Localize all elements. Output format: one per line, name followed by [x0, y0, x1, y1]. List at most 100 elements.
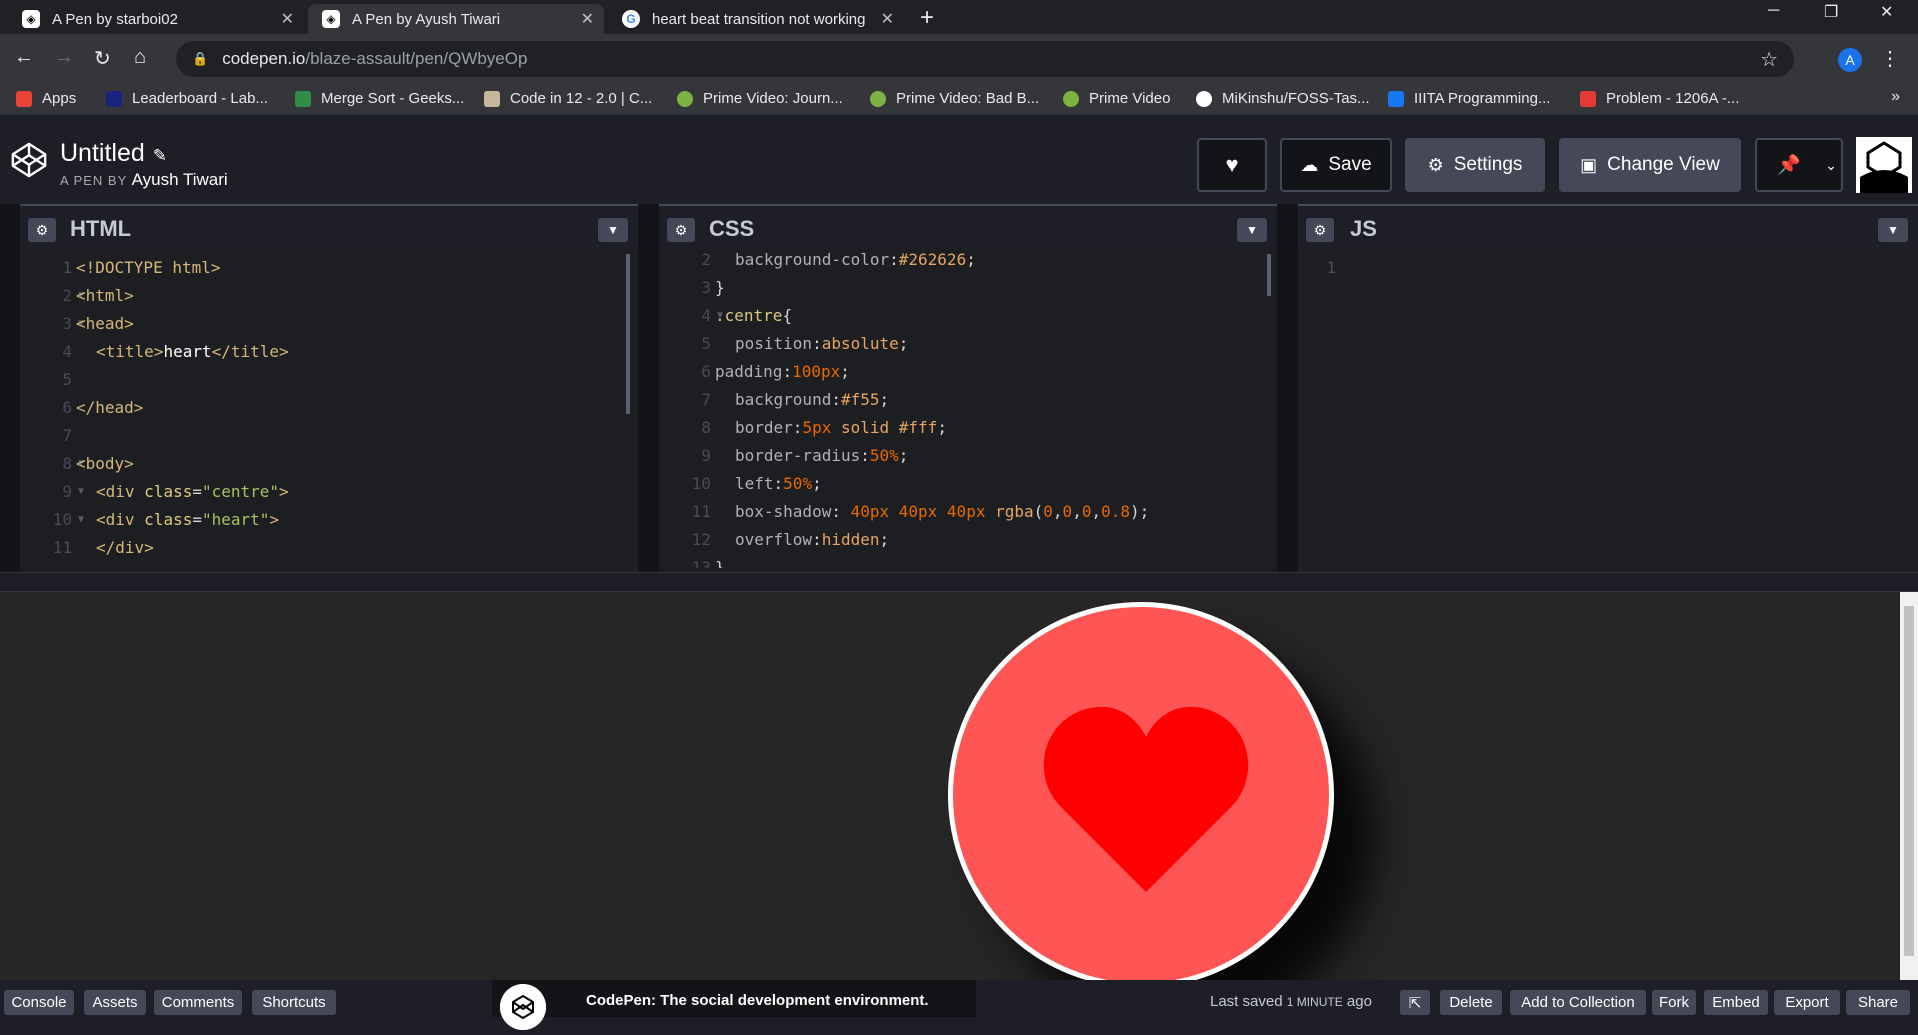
codepen-logo-icon[interactable] — [10, 141, 48, 179]
heart-icon: ♥ — [1225, 152, 1239, 177]
bookmark-item[interactable]: Leaderboard - Lab... — [106, 90, 268, 107]
promo-banner[interactable]: CodePen: The social development environm… — [492, 980, 976, 1030]
close-icon[interactable]: ✕ — [581, 9, 594, 29]
js-panel-header: ⚙ JS ▼ — [1298, 204, 1918, 248]
lock-icon: 🔒 — [192, 51, 209, 66]
browser-tab[interactable]: G heart beat transition not working ✕ — [608, 4, 904, 34]
bookmark-star-icon[interactable]: ☆ — [1760, 47, 1778, 72]
url-field[interactable]: 🔒 codepen.io/blaze-assault/pen/QWbyeOp ☆ — [176, 41, 1794, 77]
bookmark-item[interactable]: IIITA Programming... — [1388, 90, 1550, 107]
bookmark-label: Code in 12 - 2.0 | C... — [510, 90, 653, 107]
chevron-down-icon[interactable]: ▼ — [1237, 218, 1267, 242]
close-icon[interactable]: ✕ — [281, 9, 294, 29]
html-code-editor[interactable]: 1 <!DOCTYPE html> 2 ▼ <html> 3 ▼ <head> 4 <tit… — [20, 252, 638, 568]
bookmark-item[interactable]: Prime Video: Bad B... — [870, 90, 1039, 107]
bookmark-item[interactable]: Merge Sort - Geeks... — [295, 90, 464, 107]
panel-title: JS — [1350, 216, 1377, 241]
avatar-image — [1856, 137, 1912, 193]
bookmarks-bar: Apps Leaderboard - Lab... Merge Sort - G… — [0, 86, 1918, 114]
profile-avatar[interactable]: A — [1838, 48, 1862, 72]
cloud-icon: ☁ — [1300, 154, 1319, 175]
delete-button[interactable]: Delete — [1440, 990, 1502, 1015]
back-icon[interactable]: ← — [14, 46, 34, 69]
chevron-down-icon[interactable]: ⌄ — [1825, 157, 1837, 174]
bookmark-label: IIITA Programming... — [1414, 90, 1551, 107]
love-button[interactable]: ♥ — [1197, 138, 1267, 192]
gear-icon[interactable]: ⚙ — [1306, 218, 1334, 242]
panel-title: HTML — [70, 216, 132, 241]
bookmark-item[interactable]: Problem - 1206A -... — [1580, 90, 1739, 107]
close-icon[interactable]: ✕ — [881, 9, 894, 29]
pen-author-line: A PEN BY Ayush Tiwari — [60, 170, 228, 190]
saved-prefix: Last saved — [1210, 993, 1283, 1010]
change-view-label: Change View — [1607, 154, 1720, 175]
menu-icon[interactable]: ⋮ — [1880, 46, 1900, 71]
open-external-icon[interactable]: ⇱ — [1400, 990, 1430, 1015]
change-view-button[interactable]: ▣ Change View — [1559, 138, 1741, 192]
new-tab-icon[interactable]: + — [920, 4, 934, 32]
export-button[interactable]: Export — [1774, 990, 1840, 1015]
author-link[interactable]: Ayush Tiwari — [132, 170, 228, 189]
chevron-down-icon[interactable]: ▼ — [598, 218, 628, 242]
scrollbar-thumb[interactable] — [1904, 606, 1914, 956]
close-window-icon[interactable]: ✕ — [1880, 2, 1893, 22]
bookmark-label: Prime Video: Bad B... — [896, 90, 1040, 107]
facebook-icon — [1388, 90, 1404, 107]
user-avatar[interactable] — [1856, 137, 1912, 193]
site-icon — [484, 90, 500, 107]
reload-icon[interactable]: ↻ — [94, 46, 111, 71]
preview-circle — [948, 602, 1334, 980]
css-panel-header: ⚙ CSS ▼ — [659, 204, 1277, 248]
restore-icon[interactable]: ❐ — [1824, 2, 1838, 22]
bookmark-label: Prime Video: Journ... — [703, 90, 843, 107]
scrollbar[interactable] — [1267, 254, 1271, 296]
pen-title[interactable]: Untitled ✎ — [60, 139, 167, 168]
bookmark-item[interactable]: Prime Video: Journ... — [677, 90, 843, 107]
embed-button[interactable]: Embed — [1704, 990, 1768, 1015]
apps-icon — [16, 90, 32, 107]
js-code-editor[interactable]: 1 — [1298, 252, 1918, 568]
editor-preview-resize-handle[interactable] — [0, 572, 1918, 592]
share-button[interactable]: Share — [1846, 990, 1910, 1015]
save-button[interactable]: ☁ Save — [1280, 138, 1392, 192]
panel-resize-handle[interactable] — [1277, 204, 1294, 572]
add-to-collection-button[interactable]: Add to Collection — [1510, 990, 1646, 1015]
settings-button[interactable]: ⚙ Settings — [1405, 138, 1545, 192]
panel-resize-handle[interactable] — [638, 204, 655, 572]
tab-label: heart beat transition not working — [652, 10, 866, 28]
assets-button[interactable]: Assets — [84, 990, 146, 1015]
console-button[interactable]: Console — [4, 990, 74, 1015]
pencil-icon[interactable]: ✎ — [153, 146, 167, 165]
gear-icon[interactable]: ⚙ — [28, 218, 56, 242]
forward-icon[interactable]: → — [54, 46, 74, 69]
last-saved-status: Last saved 1 MINUTE ago — [1210, 993, 1372, 1010]
chevron-down-icon[interactable]: ▼ — [1878, 218, 1908, 242]
bookmark-item[interactable]: Apps — [16, 90, 76, 107]
minimize-icon[interactable]: ─ — [1768, 2, 1779, 20]
browser-tab[interactable]: ◈ A Pen by starboi02 ✕ — [8, 4, 304, 34]
pin-button[interactable]: 📌 ⌄ — [1755, 138, 1843, 192]
gear-icon[interactable]: ⚙ — [667, 218, 695, 242]
bookmark-label: Leaderboard - Lab... — [132, 90, 268, 107]
comments-button[interactable]: Comments — [154, 990, 242, 1015]
view-icon: ▣ — [1580, 154, 1598, 175]
pen-title-text: Untitled — [60, 139, 145, 167]
promo-text: CodePen: The social development environm… — [586, 992, 929, 1009]
scrollbar[interactable] — [626, 254, 630, 414]
bookmark-item[interactable]: MiKinshu/FOSS-Tas... — [1196, 90, 1370, 107]
browser-tab-bar: ◈ A Pen by starboi02 ✕ ◈ A Pen by Ayush … — [0, 0, 1918, 34]
html-editor-panel: ⚙ HTML ▼ 1 <!DOCTYPE html> 2 ▼ <html> 3 ▼ <he… — [20, 204, 638, 572]
home-icon[interactable]: ⌂ — [134, 46, 146, 69]
bookmark-label: Merge Sort - Geeks... — [321, 90, 465, 107]
shortcuts-button[interactable]: Shortcuts — [252, 990, 336, 1015]
github-icon — [1196, 90, 1212, 107]
preview-scrollbar[interactable] — [1900, 592, 1918, 980]
heart-icon — [1043, 706, 1249, 892]
prime-video-icon — [677, 90, 693, 107]
fork-button[interactable]: Fork — [1652, 990, 1696, 1015]
more-bookmarks-icon[interactable]: » — [1891, 88, 1900, 106]
css-code-editor[interactable]: 2 background-color:#262626; 3} 4 ▼ .centre{… — [659, 252, 1277, 568]
bookmark-item[interactable]: Prime Video — [1063, 90, 1170, 107]
browser-tab-active[interactable]: ◈ A Pen by Ayush Tiwari ✕ — [308, 4, 604, 34]
bookmark-item[interactable]: Code in 12 - 2.0 | C... — [484, 90, 652, 107]
